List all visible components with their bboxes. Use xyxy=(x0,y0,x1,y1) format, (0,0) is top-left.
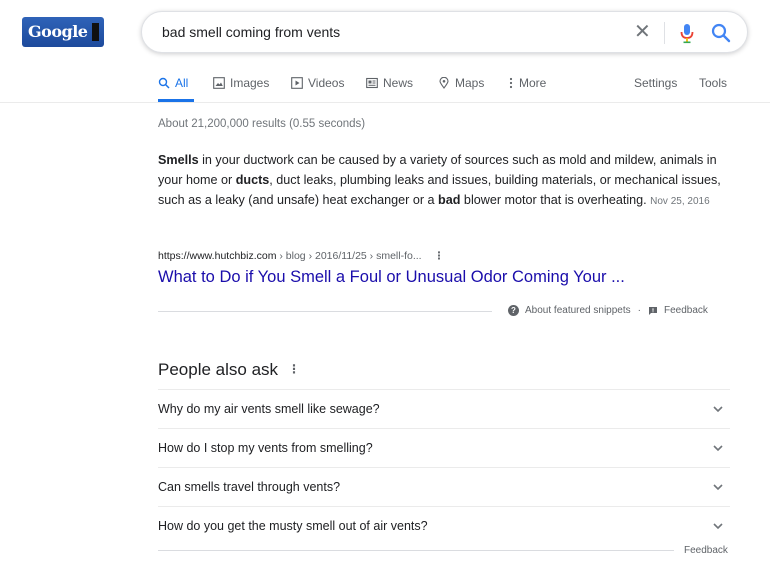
tab-label: All xyxy=(175,76,189,90)
paa-question[interactable]: Can smells travel through vents? xyxy=(158,467,730,506)
about-featured-snippets-link[interactable]: About featured snippets xyxy=(525,305,631,316)
chevron-down-icon xyxy=(713,484,723,491)
paa-menu-icon[interactable]: ⋮ xyxy=(288,362,300,376)
paa-question[interactable]: Why do my air vents smell like sewage? xyxy=(158,389,730,428)
chevron-down-icon xyxy=(713,406,723,413)
close-icon[interactable]: ✕ xyxy=(634,20,651,44)
video-icon xyxy=(291,77,303,89)
featured-footer: ? About featured snippets · Feedback xyxy=(508,305,708,316)
search-icon xyxy=(158,77,170,89)
footer-separator: · xyxy=(637,305,641,316)
snippet-text: blower motor that is overheating. xyxy=(460,193,647,207)
tabs-divider xyxy=(0,102,770,103)
feedback-icon xyxy=(648,306,657,315)
search-icon[interactable] xyxy=(710,22,732,44)
snippet-bold: bad xyxy=(438,193,461,207)
paa-question[interactable]: How do I stop my vents from smelling? xyxy=(158,428,730,467)
mic-icon[interactable] xyxy=(679,22,695,44)
snippet-bold: ducts xyxy=(235,173,270,187)
tab-news[interactable]: News xyxy=(366,76,413,90)
paa-question-text: How do I stop my vents from smelling? xyxy=(158,441,373,455)
result-domain: https://www.hutchbiz.com xyxy=(158,250,277,262)
snippet-bold: Smells xyxy=(158,153,199,167)
chevron-down-icon xyxy=(713,523,723,530)
paa-feedback-link[interactable]: Feedback xyxy=(684,545,728,556)
tools-link[interactable]: Tools xyxy=(699,76,727,90)
logo-text: Google xyxy=(28,22,88,41)
help-icon: ? xyxy=(508,305,519,316)
tab-all[interactable]: All xyxy=(158,76,188,90)
image-icon xyxy=(213,77,225,89)
news-icon xyxy=(366,77,378,89)
result-menu-icon[interactable]: ⋮ xyxy=(434,250,445,262)
google-logo[interactable]: Google xyxy=(22,17,104,47)
paa-question-text: How do you get the musty smell out of ai… xyxy=(158,519,428,533)
feedback-link[interactable]: Feedback xyxy=(664,305,708,316)
logo-bar xyxy=(92,23,99,41)
result-stats: About 21,200,000 results (0.55 seconds) xyxy=(158,118,366,130)
paa-question-text: Why do my air vents smell like sewage? xyxy=(158,402,380,416)
paa-list: Why do my air vents smell like sewage? H… xyxy=(158,389,730,545)
result-path: › blog › 2016/11/25 › smell-fo... xyxy=(276,250,422,262)
search-box[interactable]: bad smell coming from vents ✕ xyxy=(141,11,748,53)
paa-heading: People also ask xyxy=(158,360,279,379)
result-title-link[interactable]: What to Do if You Smell a Foul or Unusua… xyxy=(158,268,625,287)
featured-snippet-text: Smells in your ductwork can be caused by… xyxy=(158,150,733,212)
tab-images[interactable]: Images xyxy=(213,76,269,90)
tab-label: Images xyxy=(230,76,270,90)
chevron-down-icon xyxy=(713,445,723,452)
snippet-date: Nov 25, 2016 xyxy=(650,196,710,207)
tab-label: Videos xyxy=(308,76,345,90)
tab-videos[interactable]: Videos xyxy=(291,76,344,90)
tab-more[interactable]: More xyxy=(508,76,546,90)
tab-label: News xyxy=(383,76,414,90)
search-divider xyxy=(664,22,665,44)
search-input[interactable]: bad smell coming from vents xyxy=(162,24,340,40)
more-vert-icon xyxy=(509,77,513,89)
featured-divider xyxy=(158,311,492,312)
paa-question[interactable]: How do you get the musty smell out of ai… xyxy=(158,506,730,545)
tab-label: Maps xyxy=(455,76,485,90)
map-pin-icon xyxy=(439,77,449,89)
result-url[interactable]: https://www.hutchbiz.com › blog › 2016/1… xyxy=(158,250,444,262)
paa-question-text: Can smells travel through vents? xyxy=(158,480,341,494)
tab-maps[interactable]: Maps xyxy=(438,76,484,90)
settings-link[interactable]: Settings xyxy=(634,76,677,90)
tab-label: More xyxy=(519,76,547,90)
paa-divider xyxy=(158,550,674,551)
